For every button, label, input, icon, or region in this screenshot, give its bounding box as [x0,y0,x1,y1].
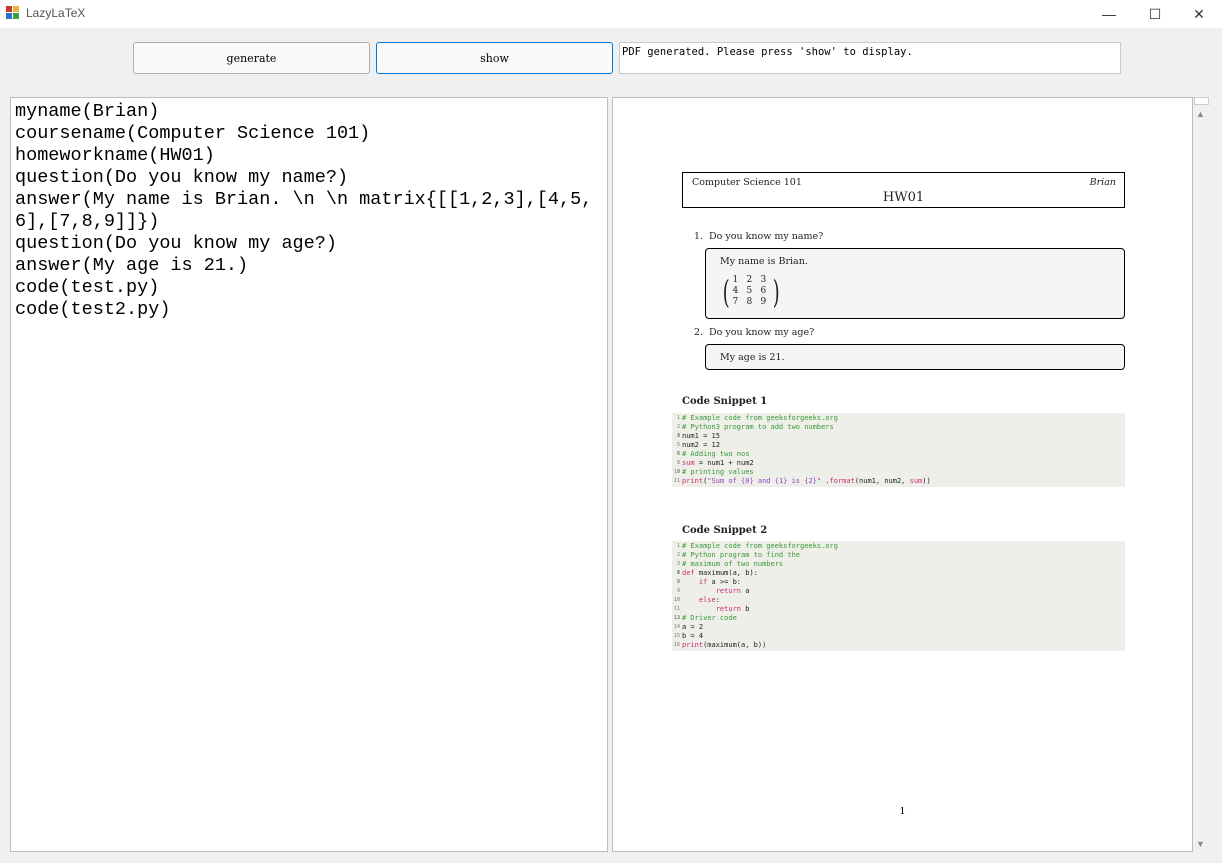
code-line: 8 if a >= b: [672,578,1125,587]
question-1: 1. Do you know my name? [694,231,823,242]
line-number: 10 [673,469,680,475]
code-line: 11 return b [673,605,750,613]
maximize-button[interactable]: ☐ [1132,0,1178,28]
editor-line: code(test.py) [15,277,160,298]
line-number: 8 [676,579,680,585]
code-line: 15 b = 4 [673,632,704,640]
line-number: 1 [676,415,680,421]
author-name: Brian [1089,177,1116,188]
code-line: 8 sum = num1 + num2 [672,459,1125,468]
code-snippet-2: 1 # Example code from geeksforgeeks.org 2 #… [672,541,1125,651]
code-line: 2 # Python3 program to add two numbers [672,423,1125,432]
matrix: ( 1 2 3 4 5 6 7 8 9 ) [720,275,1110,308]
answer-text: My name is Brian. [720,256,808,267]
question-text: Do you know my age? [709,327,815,338]
line-number: 1 [676,543,680,549]
question-number: 2. [694,327,704,338]
code-line: 5 num2 = 12 [672,441,1125,450]
line-number: 2 [676,424,680,430]
left-paren: ( [722,272,730,311]
status-field[interactable]: PDF generated. Please press 'show' to di… [619,42,1121,74]
question-text: Do you know my name? [709,231,824,242]
code-line: 13 # Driver code [673,614,737,622]
code-line: 6 def maximum(a, b): [672,569,1125,578]
preview-scrollbar[interactable]: ▲ ▼ [1193,97,1210,852]
answer-box-1: My name is Brian. ( 1 2 3 4 5 6 7 8 9 ) [705,248,1125,319]
code-line: 9 return a [672,587,1125,596]
answer-text: My age is 21. [720,352,785,363]
editor-line: question(Do you know my name?) [15,167,349,188]
question-2: 2. Do you know my age? [694,327,814,338]
title-bar: LazyLaTeX — ☐ ✕ [0,0,1222,28]
line-number: 11 [673,478,680,484]
line-number: 2 [676,552,680,558]
editor-line: question(Do you know my age?) [15,233,337,254]
line-number: 11 [673,606,680,612]
matrix-cell: 6 [760,286,767,296]
code-line: 4 num1 = 15 [672,432,1125,441]
matrix-cell: 5 [746,286,753,296]
code-line: 2 # Python program to find the [672,551,1125,560]
code-line: 10 else: [673,596,720,604]
code-line: 7 # Adding two nos [672,450,1125,459]
snippet-2-title: Code Snippet 2 [682,525,768,536]
code-line: 16 print(maximum(a, b)) [673,641,767,649]
scroll-down-icon[interactable]: ▼ [1196,839,1205,849]
window-title: LazyLaTeX [26,6,86,20]
source-editor[interactable]: myname(Brian) coursename(Computer Scienc… [10,97,608,852]
editor-line: answer(My name is Brian. \n \n matrix{[[… [15,189,593,232]
line-number: 3 [676,561,680,567]
code-line: 10 # printing values [673,468,754,476]
pdf-page: Computer Science 101 Brian HW01 1. Do yo… [672,172,1125,651]
question-number: 1. [694,231,704,242]
matrix-cell: 7 [732,297,739,307]
matrix-cell: 8 [746,297,753,307]
snippet-1-title: Code Snippet 1 [682,396,768,407]
code-snippet-1: 1 # Example code from geeksforgeeks.org 2 #… [672,413,1125,487]
matrix-cell: 1 [732,275,739,285]
homework-title: HW01 [882,190,925,205]
minimize-button[interactable]: — [1086,0,1132,28]
scroll-thumb[interactable] [1194,97,1209,105]
matrix-cell: 2 [746,275,753,285]
matrix-cell: 9 [760,297,767,307]
editor-line: coursename(Computer Science 101) [15,123,371,144]
line-number: 7 [676,451,680,457]
answer-box-2: My age is 21. [705,344,1125,370]
line-number: 14 [673,624,680,630]
app-icon [6,6,20,20]
close-button[interactable]: ✕ [1176,0,1222,28]
line-number: 4 [676,433,680,439]
matrix-cell: 3 [760,275,767,285]
code-line: 14 a = 2 [673,623,704,631]
line-number: 10 [673,597,680,603]
line-number: 13 [673,615,680,621]
right-paren: ) [773,272,781,311]
line-number: 9 [676,588,680,594]
code-line: 11 print("Sum of {0} and {1} is {2}" .for… [673,477,931,485]
editor-line: code(test2.py) [15,299,171,320]
header-box: Computer Science 101 Brian HW01 [682,172,1125,208]
editor-line: myname(Brian) [15,101,160,122]
code-line: 3 # maximum of two numbers [672,560,1125,569]
editor-line: homeworkname(HW01) [15,145,215,166]
code-line: 1 # Example code from geeksforgeeks.org [672,542,1125,551]
generate-button[interactable]: generate [133,42,370,74]
line-number: 16 [673,642,680,648]
line-number: 5 [676,442,680,448]
code-line: 1 # Example code from geeksforgeeks.org [672,414,1125,423]
page-number: 1 [899,806,906,817]
show-button[interactable]: show [376,42,613,74]
scroll-up-icon[interactable]: ▲ [1196,109,1205,119]
course-name: Computer Science 101 [692,177,802,188]
matrix-cell: 4 [732,286,739,296]
line-number: 8 [676,460,680,466]
editor-line: answer(My age is 21.) [15,255,249,276]
line-number: 6 [676,570,680,576]
pdf-preview[interactable]: Computer Science 101 Brian HW01 1. Do yo… [612,97,1193,852]
line-number: 15 [673,633,680,639]
